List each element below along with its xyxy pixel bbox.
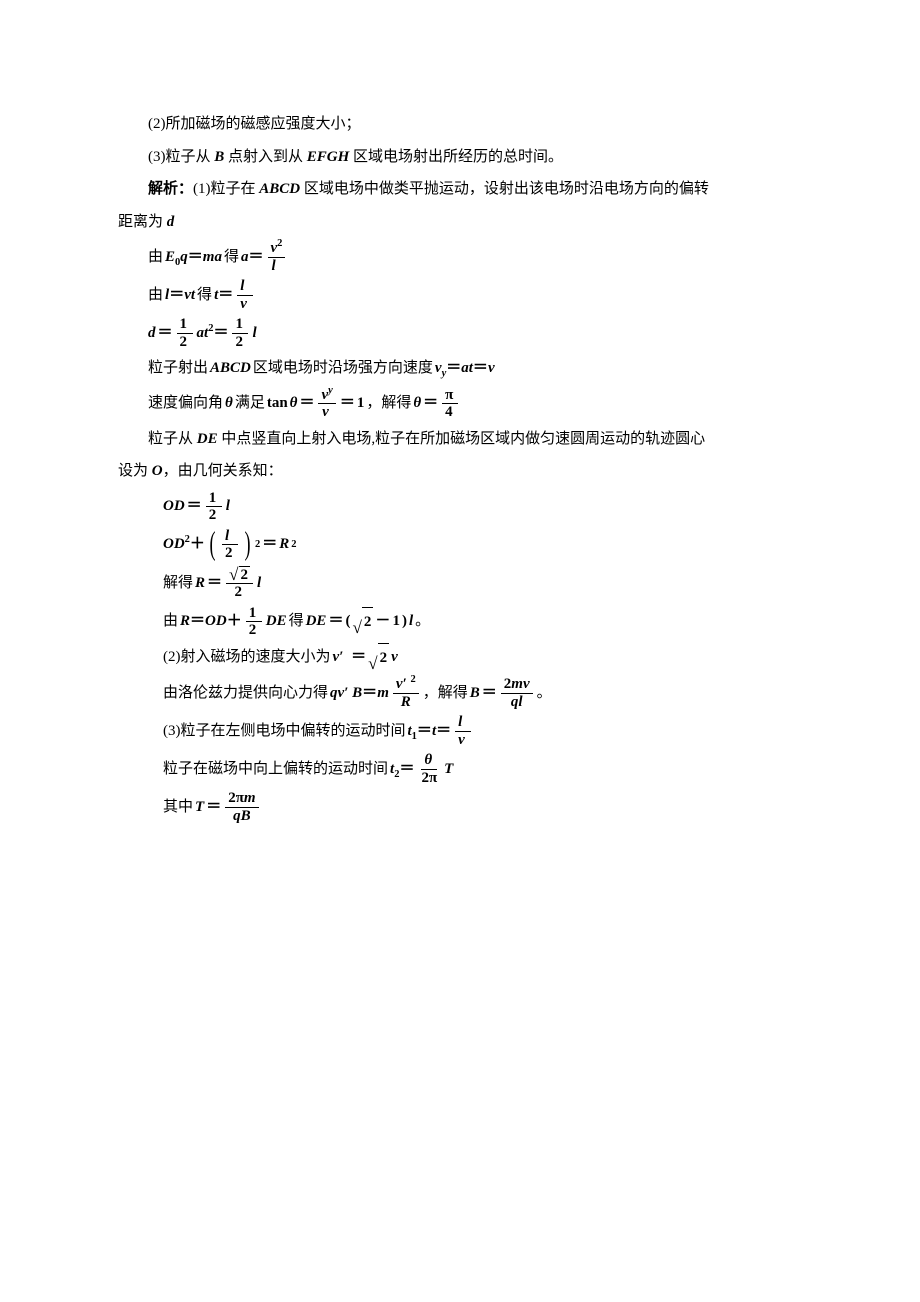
eq-E0q-ma: 由 E0q＝ma 得 a＝ v2 l — [148, 240, 802, 274]
part2-vprime: (2)射入磁场的速度大小为 v′ ＝ √2 v — [163, 643, 802, 673]
part3-t2: 粒子在磁场中向上偏转的运动时间 t2＝ θ 2π T — [163, 752, 802, 786]
solution-intro: 解析：(1)粒子在 ABCD 区域电场中做类平抛运动，设射出该电场时沿电场方向的… — [118, 175, 802, 204]
question-2: (2)所加磁场的磁感应强度大小； — [118, 110, 802, 139]
eq-vy-at-v: 粒子射出 ABCD 区域电场时沿场强方向速度 vy＝at＝v — [148, 354, 802, 383]
question-3: (3)粒子从 B 点射入到从 EFGH 区域电场射出所经历的总时间。 — [118, 143, 802, 172]
eq-OD-half-l: OD＝ 1 2 l — [163, 490, 802, 524]
solution-label: 解析： — [148, 181, 193, 197]
part2-lorentz: 由洛伦兹力提供向心力得 qv′ B＝m v′ 2 R ，解得 B＝ 2mv ql… — [163, 676, 802, 710]
geom-intro-2: 设为 O，由几何关系知： — [118, 457, 802, 486]
geom-intro: 粒子从 DE 中点竖直向上射入电场,粒子在所加磁场区域内做匀速圆周运动的轨迹圆心 — [118, 425, 802, 454]
eq-d-half-at2: d＝ 1 2 at2＝ 1 2 l — [148, 316, 802, 350]
eq-tan-theta: 速度偏向角 θ 满足 tan θ＝ vy v ＝1 ，解得 θ＝ π 4 — [148, 387, 802, 421]
eq-OD2-l2-R2: OD2＋ ( l 2 ) 2＝R2 — [163, 528, 802, 562]
part3-t1: (3)粒子在左侧电场中偏转的运动时间 t1＝t＝ l v — [163, 714, 802, 748]
eq-R-OD-halfDE: 由 R＝OD＋ 1 2 DE 得 DE＝( √2 －1)l。 — [163, 605, 802, 639]
eq-R-root2-over-2-l: 解得 R＝ √2 2 l — [163, 566, 802, 601]
solution-intro-cont: 距离为 d — [118, 208, 802, 237]
part3-T: 其中 T＝ 2πm qB — [163, 790, 802, 824]
eq-l-vt: 由 l＝vt 得 t＝ l v — [148, 278, 802, 312]
